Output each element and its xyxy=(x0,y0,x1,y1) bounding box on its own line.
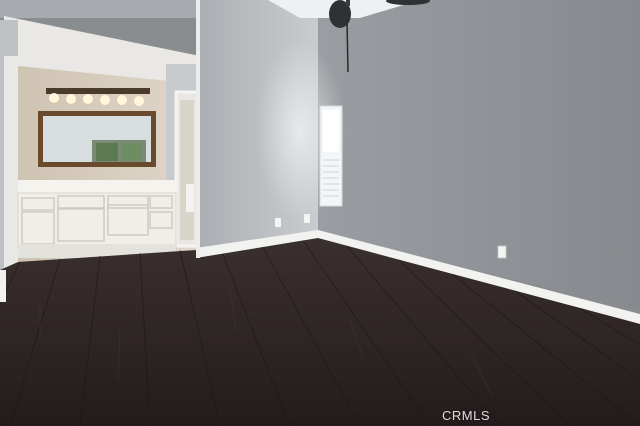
room-illustration xyxy=(0,0,640,426)
wall-outlet xyxy=(497,245,507,259)
vanity-light-bar xyxy=(46,88,150,94)
window-glass xyxy=(323,110,339,152)
doorway-trim xyxy=(196,0,200,258)
vanity-cabinet xyxy=(17,192,177,249)
vanity-counter xyxy=(18,180,176,193)
watermark-text: CRMLS xyxy=(442,408,491,423)
bath-door-frame xyxy=(4,56,18,271)
wall-outlet xyxy=(304,214,310,223)
room-photo: CRMLS xyxy=(0,0,640,426)
wall-outlet xyxy=(275,218,281,227)
